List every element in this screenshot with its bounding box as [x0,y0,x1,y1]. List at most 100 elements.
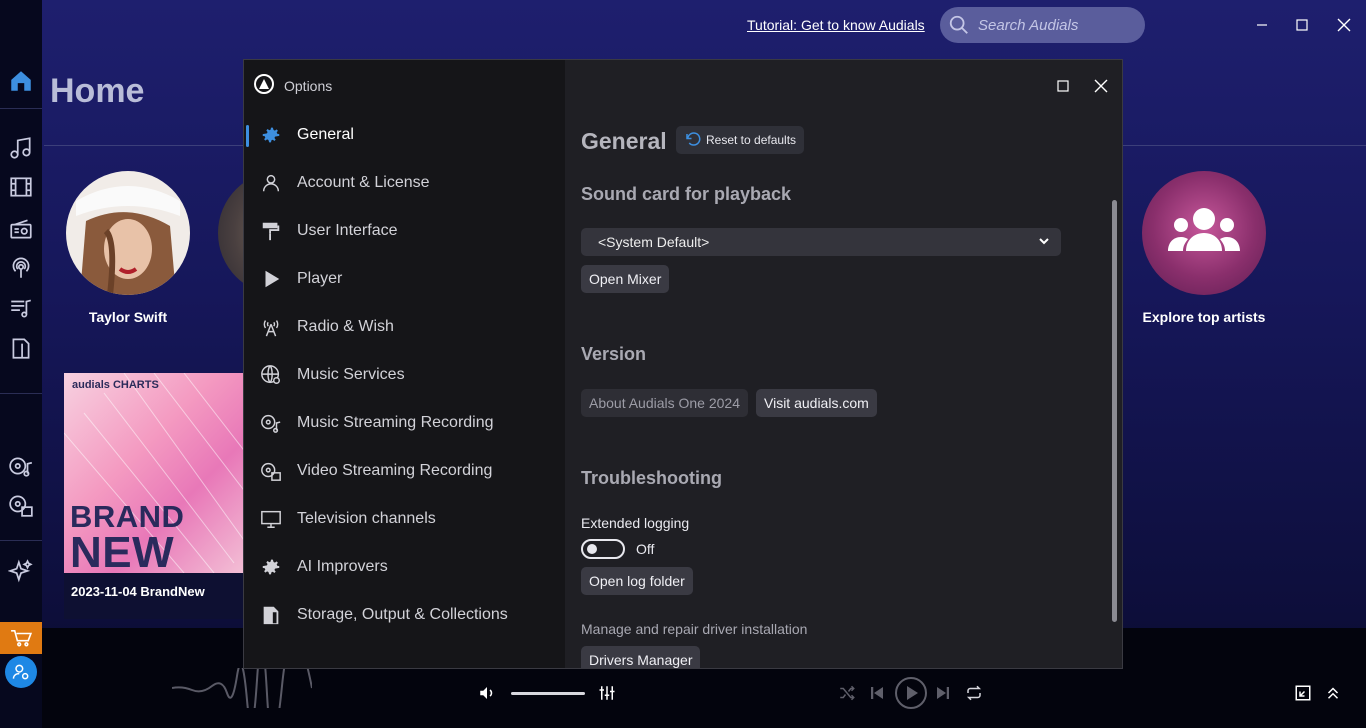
home-icon[interactable] [6,66,36,96]
chevron-down-icon [1039,238,1049,245]
expand-up-icon[interactable] [1324,684,1342,707]
explore-top-artists-card[interactable]: Explore top artists [1139,171,1269,326]
extended-logging-toggle[interactable] [581,539,625,559]
play-icon [259,267,283,291]
drivers-manager-button[interactable]: Drivers Manager [581,646,701,668]
open-log-folder-button[interactable]: Open log folder [581,567,693,595]
next-icon[interactable] [934,684,952,707]
driver-description: Manage and repair driver installation [581,621,808,637]
monitor-icon [259,507,283,531]
page-title: Home [50,72,145,110]
nav-item-video-streaming-recording[interactable]: Video Streaming Recording [244,451,565,491]
search-box[interactable] [940,7,1145,43]
user-settings-button[interactable] [5,656,37,688]
record-video-icon [259,459,283,483]
artist-avatar-partial[interactable] [218,171,244,295]
open-mixer-button[interactable]: Open Mixer [581,265,670,293]
nav-item-user-interface[interactable]: User Interface [244,211,565,251]
search-icon [949,15,968,34]
repeat-icon[interactable] [964,684,984,707]
playlist-icon[interactable] [6,293,36,323]
nav-label: Radio & Wish [297,318,394,335]
radio-tower-icon [259,315,283,339]
people-icon [1142,171,1266,295]
maximize-button[interactable] [1288,12,1316,38]
music-icon[interactable] [6,133,36,163]
nav-label: Television channels [297,510,436,527]
reset-icon [686,132,701,146]
minimize-button[interactable] [1248,12,1276,38]
nav-item-television-channels[interactable]: Television channels [244,499,565,539]
gear-icon [259,123,283,147]
paint-roller-icon [259,219,283,243]
nav-label: Storage, Output & Collections [297,606,508,623]
reset-to-defaults-button[interactable]: Reset to defaults [676,126,805,154]
play-button[interactable] [894,676,928,715]
nav-label: AI Improvers [297,558,388,575]
previous-icon[interactable] [868,684,886,707]
nav-item-storage-output-collections[interactable]: Storage, Output & Collections [244,595,565,635]
record-music-icon[interactable] [6,451,36,481]
artist-name: Explore top artists [1142,309,1266,325]
version-heading: Version [581,344,647,364]
nav-item-music-streaming-recording[interactable]: Music Streaming Recording [244,403,565,443]
close-button[interactable] [1330,12,1358,38]
search-input[interactable] [978,16,1128,34]
globe-icon [259,363,283,387]
nav-label: Music Streaming Recording [297,414,494,431]
waveform-icon [172,668,312,708]
nav-item-general[interactable]: General [244,115,565,155]
volume-icon[interactable] [478,684,496,707]
nav-label: General [297,126,354,143]
charts-brand: audials CHARTS [72,379,159,391]
storage-icon[interactable] [6,333,36,363]
equalizer-icon[interactable] [598,684,616,707]
artist-avatar [66,171,190,295]
record-music-icon [259,411,283,435]
artist-card-taylor-swift[interactable]: Taylor Swift [63,171,193,326]
artist-name: Taylor Swift [88,309,168,325]
dialog-title: Options [284,78,333,94]
charts-cover: audials CHARTS BRAND NEW [64,373,246,577]
volume-slider[interactable] [511,692,585,695]
options-content: General Reset to defaults Sound card for… [565,60,1122,668]
nav-label: User Interface [297,222,398,239]
nav-label: Account & License [297,174,430,191]
nav-item-radio-wish[interactable]: Radio & Wish [244,307,565,347]
tutorial-link[interactable]: Tutorial: Get to know Audials [747,17,925,33]
charts-caption: 2023-11-04 BrandNew [71,584,205,599]
about-button[interactable]: About Audials One 2024 [581,389,749,417]
storage-icon [259,603,283,627]
extended-logging-label: Extended logging [581,515,690,531]
sound-card-heading: Sound card for playback [581,184,792,204]
podcast-icon[interactable] [6,253,36,283]
app-background: Tutorial: Get to know Audials Home Taylo… [0,0,1366,728]
scrollbar[interactable] [1112,200,1117,622]
user-icon [259,171,283,195]
sound-card-select[interactable]: <System Default> [581,228,1061,256]
charts-headline: BRAND NEW [70,499,185,577]
troubleshooting-heading: Troubleshooting [581,468,722,488]
audials-logo-icon [254,74,274,94]
options-nav: Options General Account & License User I… [244,60,565,668]
charts-tile[interactable]: audials CHARTS BRAND NEW 2023-11-04 Bran… [64,373,246,619]
left-rail [0,0,42,728]
nav-item-ai-improvers[interactable]: AI Improvers [244,547,565,587]
gear-icon [259,555,283,579]
film-icon[interactable] [6,172,36,202]
nav-label: Video Streaming Recording [297,462,493,479]
radio-icon[interactable] [6,214,36,244]
nav-item-music-services[interactable]: Music Services [244,355,565,395]
visit-website-button[interactable]: Visit audials.com [756,389,877,417]
nav-item-account-license[interactable]: Account & License [244,163,565,203]
cart-button[interactable] [0,622,42,654]
shuffle-icon[interactable] [838,684,856,707]
mini-player-icon[interactable] [1294,684,1312,707]
nav-label: Player [297,270,343,287]
ai-sparkle-icon[interactable] [6,557,36,587]
record-video-icon[interactable] [6,490,36,520]
options-dialog: Options General Account & License User I… [243,59,1123,669]
nav-label: Music Services [297,366,405,383]
nav-item-player[interactable]: Player [244,259,565,299]
toggle-state: Off [636,541,655,557]
